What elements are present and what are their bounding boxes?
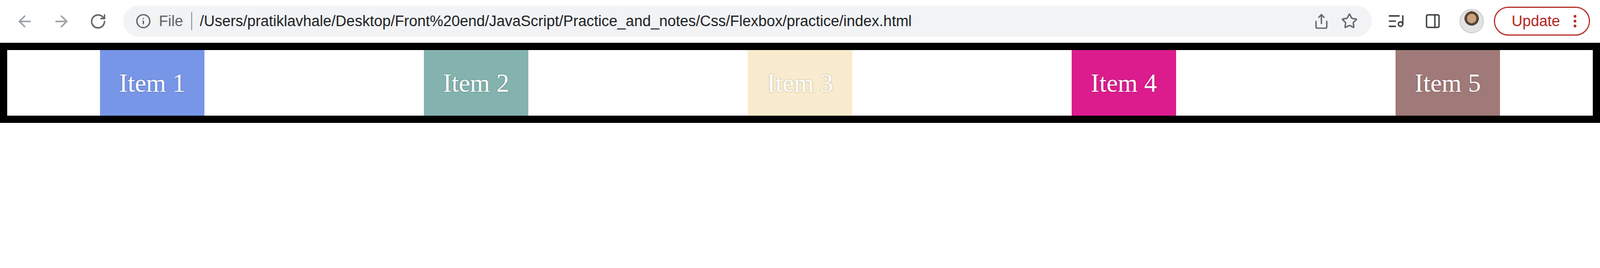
flex-item: Item 5 bbox=[1395, 50, 1500, 116]
flex-container: Item 1 Item 2 Item 3 Item 4 Item 5 bbox=[0, 42, 1600, 123]
browser-window: File/Users/pratiklavhale/Desktop/Front%2… bbox=[0, 0, 1600, 268]
side-panel-button[interactable] bbox=[1422, 11, 1443, 32]
flex-item: Item 3 bbox=[747, 50, 853, 116]
scheme-label: File bbox=[158, 12, 184, 30]
arrow-right-icon bbox=[52, 12, 71, 31]
share-button[interactable] bbox=[1311, 11, 1332, 32]
info-icon[interactable] bbox=[135, 13, 152, 29]
profile-avatar[interactable] bbox=[1459, 8, 1484, 34]
star-icon bbox=[1341, 12, 1358, 30]
update-button[interactable]: Update bbox=[1493, 6, 1590, 36]
back-button[interactable] bbox=[14, 11, 35, 32]
toolbar-actions bbox=[1386, 8, 1484, 34]
arrow-left-icon bbox=[15, 12, 34, 31]
url-text[interactable]: /Users/pratiklavhale/Desktop/Front%20end… bbox=[200, 12, 1304, 30]
flex-item: Item 2 bbox=[423, 50, 529, 116]
reload-icon bbox=[89, 12, 107, 30]
navigation-buttons bbox=[14, 11, 108, 32]
playlist-icon bbox=[1387, 12, 1405, 30]
address-separator bbox=[191, 12, 193, 30]
bookmark-button[interactable] bbox=[1339, 11, 1360, 32]
flex-item: Item 1 bbox=[100, 50, 205, 116]
reload-button[interactable] bbox=[87, 11, 108, 32]
update-label: Update bbox=[1511, 12, 1560, 30]
media-button[interactable] bbox=[1386, 11, 1407, 32]
address-bar[interactable]: File/Users/pratiklavhale/Desktop/Front%2… bbox=[123, 5, 1372, 37]
forward-button[interactable] bbox=[51, 11, 72, 32]
browser-toolbar: File/Users/pratiklavhale/Desktop/Front%2… bbox=[0, 0, 1600, 43]
more-vertical-icon bbox=[1566, 12, 1584, 30]
side-panel-icon bbox=[1424, 12, 1442, 30]
share-icon bbox=[1313, 13, 1330, 30]
flex-item: Item 4 bbox=[1071, 50, 1177, 116]
